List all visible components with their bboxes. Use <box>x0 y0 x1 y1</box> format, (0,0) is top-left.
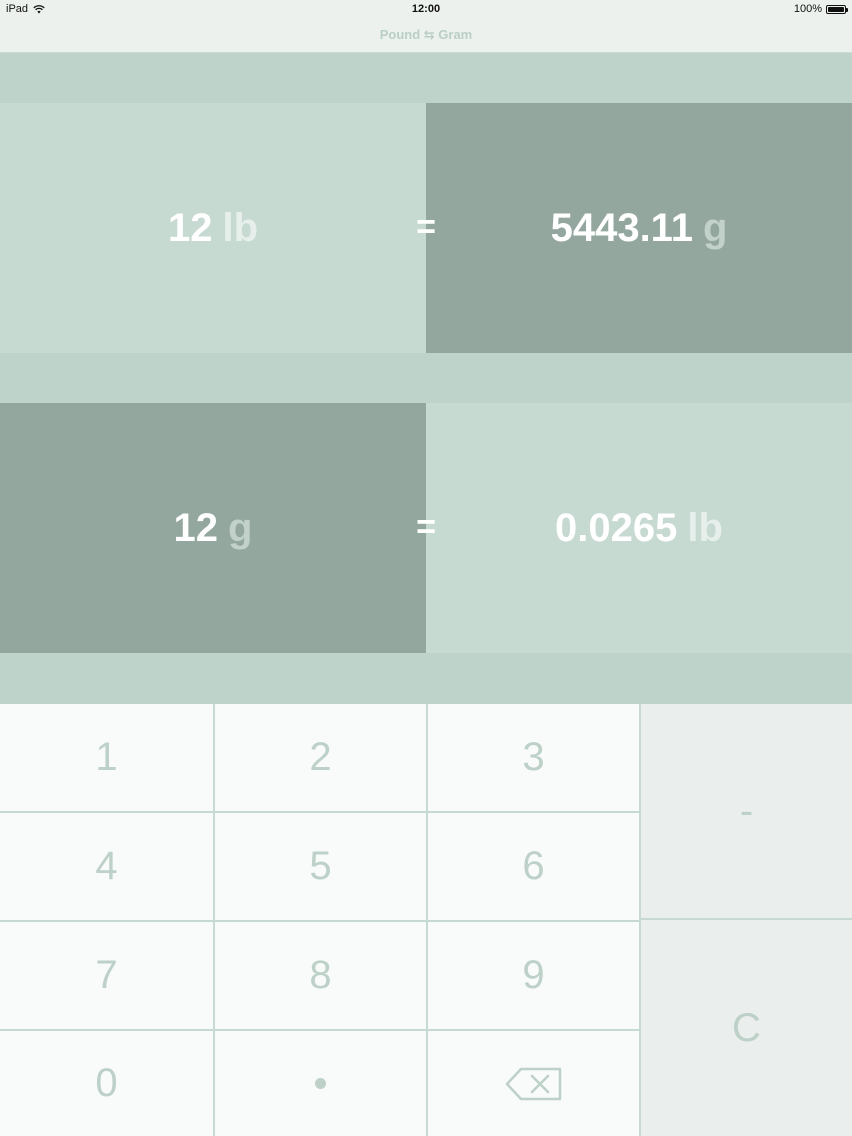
conversion-row-lb-to-g: 12 lb 5443.11 g = <box>0 103 852 353</box>
dot-icon <box>315 1078 326 1089</box>
equals-sign: = <box>416 508 436 546</box>
minus-button[interactable]: - <box>641 704 852 918</box>
input-value: 12 <box>167 205 213 250</box>
output-panel[interactable]: 5443.11 g <box>426 103 852 353</box>
key-7[interactable]: 7 <box>0 922 213 1029</box>
key-0[interactable]: 0 <box>0 1031 213 1136</box>
equals-sign: = <box>416 208 436 246</box>
output-value: 0.0265 <box>555 505 678 550</box>
backspace-icon <box>505 1067 561 1100</box>
output-value: 5443.11 <box>550 205 693 250</box>
input-value: 12 <box>173 505 219 550</box>
key-1[interactable]: 1 <box>0 704 213 811</box>
conversion-row-g-to-lb: 12 g 0.0265 lb = <box>0 403 852 653</box>
output-panel[interactable]: 0.0265 lb <box>426 403 852 653</box>
key-4[interactable]: 4 <box>0 813 213 920</box>
decimal-button[interactable] <box>215 1031 426 1136</box>
output-unit: g <box>702 205 728 250</box>
clear-button[interactable]: C <box>641 920 852 1136</box>
output-unit: lb <box>687 505 723 550</box>
key-6[interactable]: 6 <box>428 813 639 920</box>
battery-group: 100% <box>793 3 848 15</box>
page-title: Pound ⇆ Gram <box>379 27 473 42</box>
nav-bar: Pound ⇆ Gram <box>0 18 852 53</box>
input-unit: g <box>228 505 253 550</box>
battery-percent: 100% <box>793 3 822 15</box>
input-panel[interactable]: 12 g <box>0 403 426 653</box>
key-5[interactable]: 5 <box>215 813 426 920</box>
key-2[interactable]: 2 <box>215 704 426 811</box>
keypad: 1 2 3 4 5 6 7 8 9 0 - C <box>0 704 852 1136</box>
input-panel[interactable]: 12 lb <box>0 103 426 353</box>
key-3[interactable]: 3 <box>428 704 639 811</box>
status-time: 12:00 <box>411 3 441 15</box>
key-8[interactable]: 8 <box>215 922 426 1029</box>
key-9[interactable]: 9 <box>428 922 639 1029</box>
status-bar: iPad 12:00 100% <box>0 0 852 18</box>
backspace-button[interactable] <box>428 1031 639 1136</box>
battery-icon <box>826 4 848 14</box>
minus-label: - <box>739 788 754 833</box>
clear-label: C <box>732 1005 761 1050</box>
input-unit: lb <box>222 205 259 250</box>
